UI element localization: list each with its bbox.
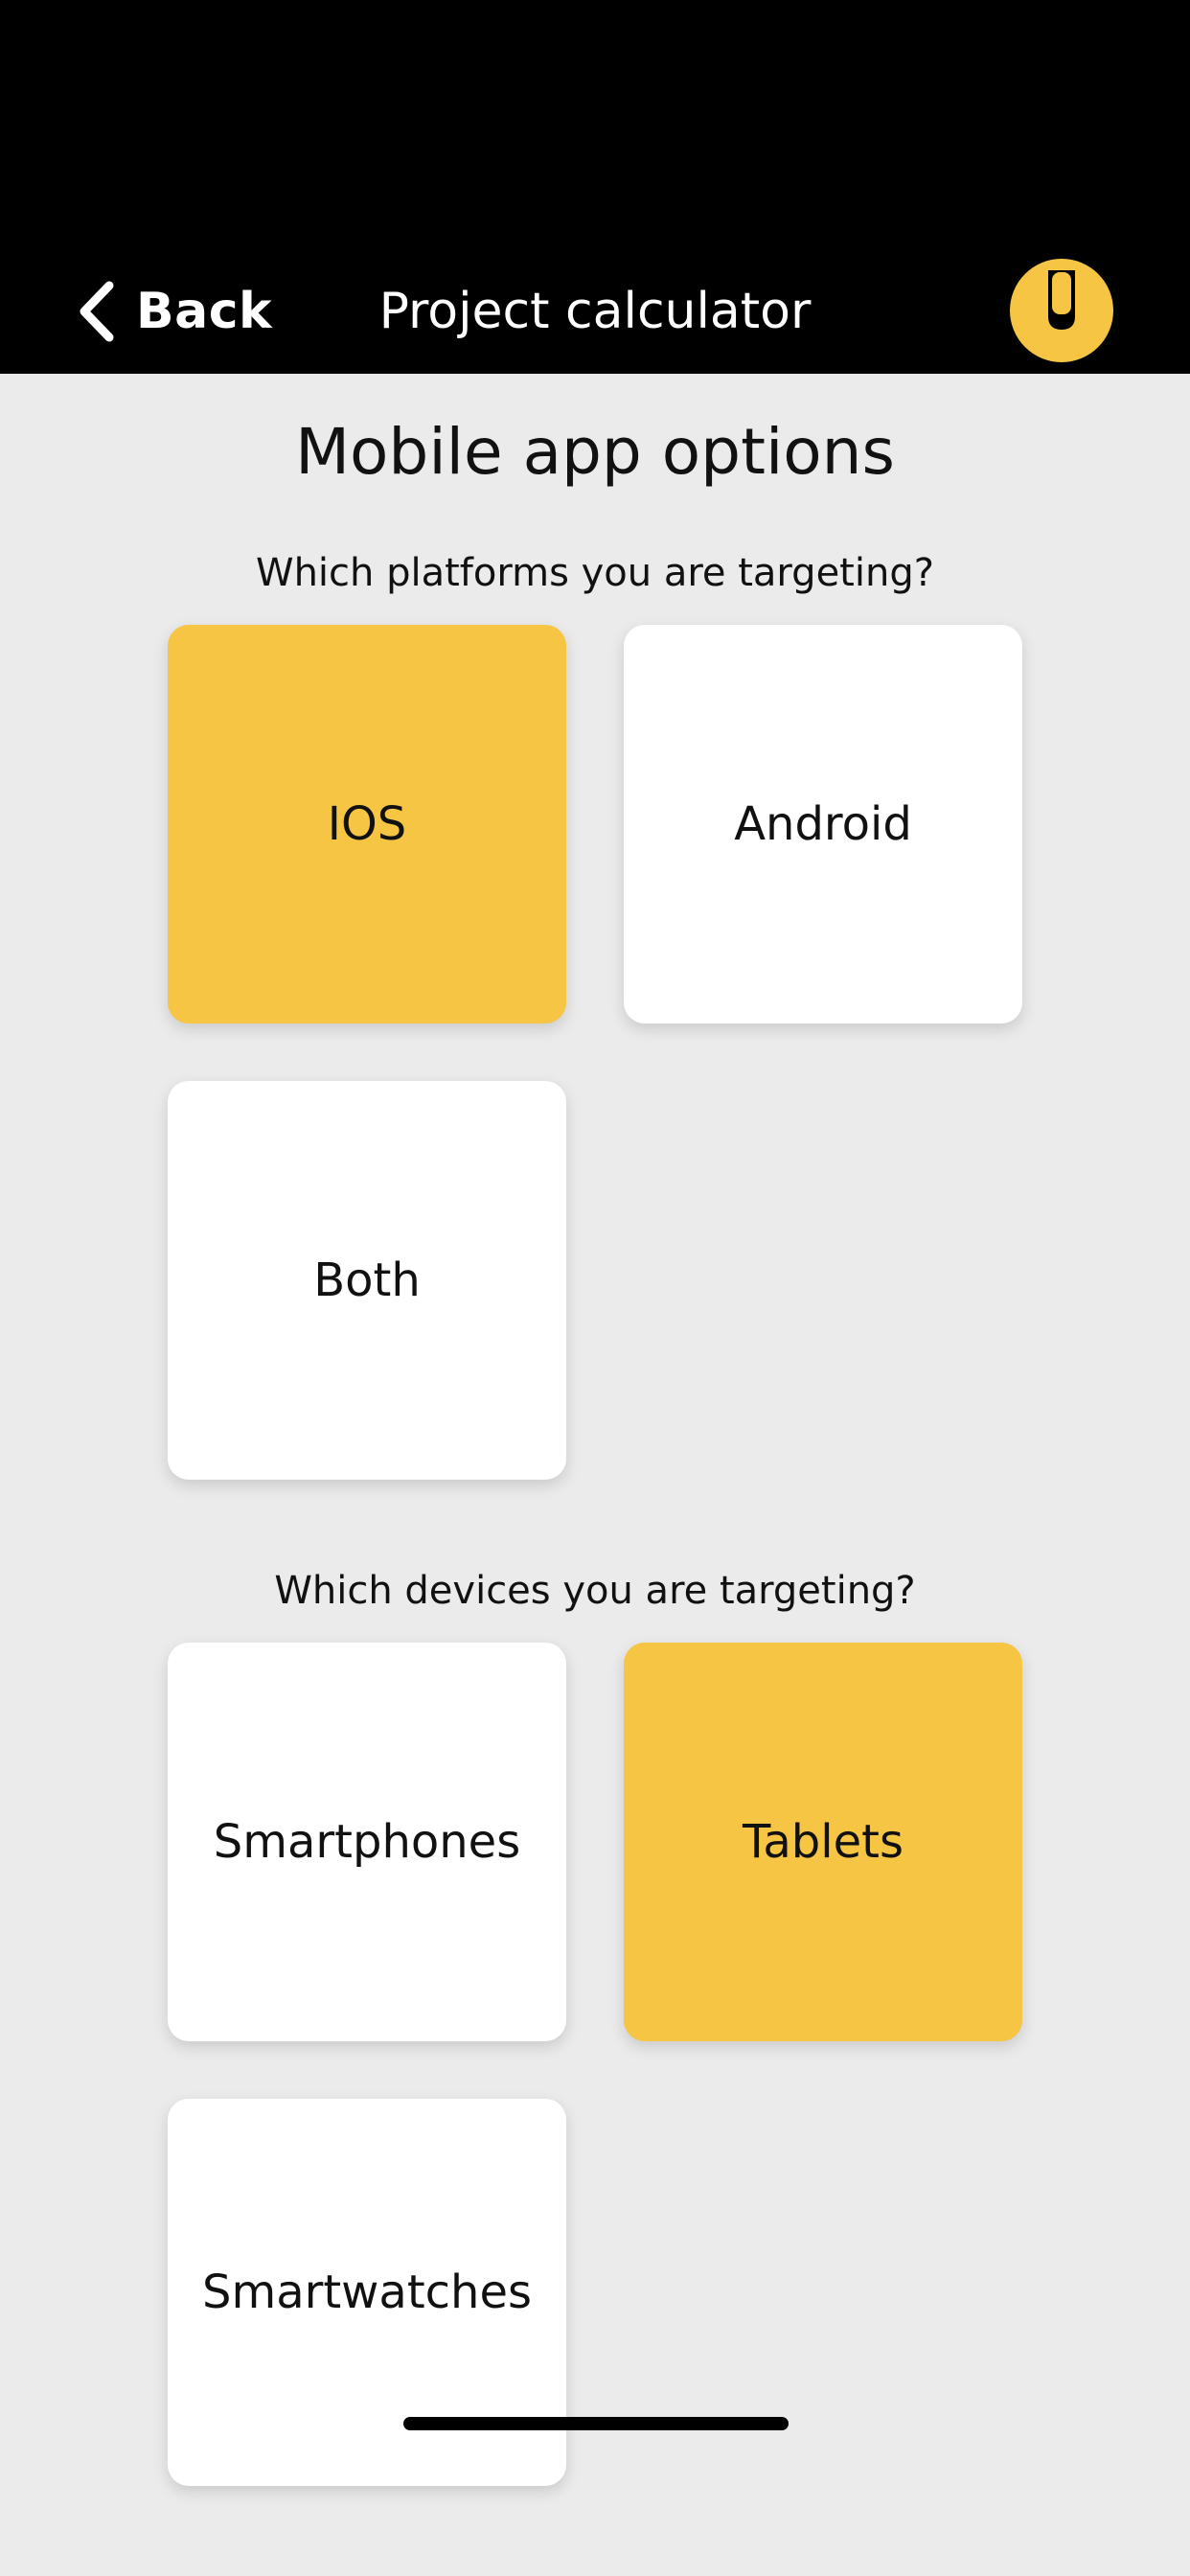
status-bar	[0, 0, 1190, 249]
option-ios-label: IOS	[327, 797, 407, 851]
back-button[interactable]: Back	[77, 278, 272, 345]
option-both[interactable]: Both	[168, 1081, 566, 1480]
option-smartwatches-label: Smartwatches	[201, 2266, 533, 2319]
option-both-label: Both	[313, 1254, 421, 1307]
option-tablets-label: Tablets	[743, 1815, 904, 1869]
option-tablets[interactable]: Tablets	[624, 1643, 1022, 2041]
platforms-question: Which platforms you are targeting?	[256, 551, 934, 595]
chevron-left-icon	[80, 281, 114, 342]
devices-question: Which devices you are targeting?	[274, 1569, 916, 1613]
home-indicator	[403, 2417, 789, 2430]
option-android-label: Android	[734, 797, 912, 851]
page-title: Mobile app options	[295, 415, 895, 489]
option-ios[interactable]: IOS	[168, 625, 566, 1024]
option-smartphones[interactable]: Smartphones	[168, 1643, 566, 2041]
u-logo-icon[interactable]	[1010, 259, 1113, 362]
back-label: Back	[136, 283, 273, 340]
navigation-bar: Back Project calculator	[0, 249, 1190, 374]
option-smartphones-label: Smartphones	[213, 1815, 521, 1869]
option-android[interactable]: Android	[624, 625, 1022, 1024]
